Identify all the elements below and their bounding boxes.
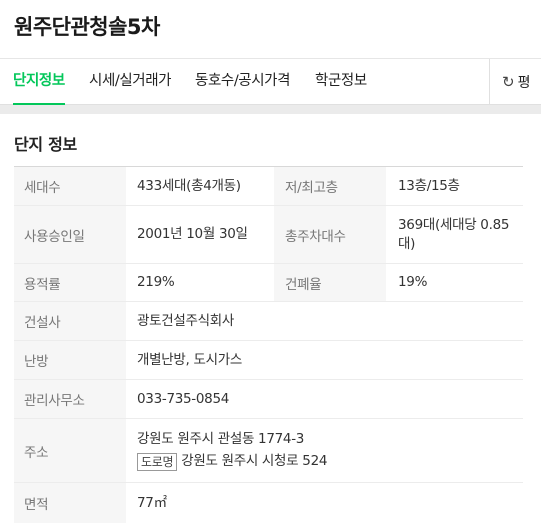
table-row: 세대수 433세대(총4개동) 저/최고층 13층/15층 xyxy=(14,167,523,206)
builder-value: 광토건설주식회사 xyxy=(137,312,234,329)
office-label: 관리사무소 xyxy=(14,380,126,418)
bcr-label: 건폐율 xyxy=(274,264,386,301)
address-value: 강원도 원주시 관설동 1774-3 도로명 강원도 원주시 시청로 524 xyxy=(126,419,523,482)
area-unit-label: 평 xyxy=(517,75,531,91)
heating-label: 난방 xyxy=(14,341,126,379)
approval-value: 2001년 10월 30일 xyxy=(137,226,248,242)
complex-info-table: 세대수 433세대(총4개동) 저/최고층 13층/15층 사용승인일 2001… xyxy=(14,166,523,523)
bcr-value: 19% xyxy=(398,274,428,290)
office-phone[interactable]: 033-735-0854 xyxy=(126,380,523,418)
table-row: 면적 77㎡ xyxy=(14,483,523,523)
lot-address: 강원도 원주시 관설동 1774-3 xyxy=(137,431,305,447)
road-address-line: 도로명 강원도 원주시 시청로 524 xyxy=(137,452,327,471)
households-value: 433세대(총4개동) xyxy=(137,177,241,194)
far-label: 용적률 xyxy=(14,264,126,301)
refresh-icon: ↻ xyxy=(502,73,515,91)
tab-school[interactable]: 학군정보 xyxy=(315,59,367,105)
table-row: 사용승인일 2001년 10월 30일 총주차대수 369대(세대당 0.85대… xyxy=(14,206,523,264)
table-row: 건설사 광토건설주식회사 xyxy=(14,302,523,341)
tab-price[interactable]: 시세/실거래가 xyxy=(89,59,172,105)
floors-value: 13층/15층 xyxy=(398,177,460,194)
road-name-badge: 도로명 xyxy=(137,452,178,471)
parking-label: 총주차대수 xyxy=(274,206,386,263)
table-row: 주소 강원도 원주시 관설동 1774-3 도로명 강원도 원주시 시청로 52… xyxy=(14,419,523,483)
parking-value: 369대(세대당 0.85대) xyxy=(398,216,510,252)
table-row: 난방 개별난방, 도시가스 xyxy=(14,341,523,380)
area-label: 면적 xyxy=(14,483,126,523)
approval-label: 사용승인일 xyxy=(14,206,126,263)
address-label: 주소 xyxy=(14,419,126,482)
area-value: 77㎡ xyxy=(137,494,167,511)
tab-label: 단지정보 xyxy=(13,73,65,89)
floors-label: 저/최고층 xyxy=(274,167,386,205)
table-row: 용적률 219% 건폐율 19% xyxy=(14,264,523,302)
section-title: 단지 정보 xyxy=(14,135,77,154)
road-address: 강원도 원주시 시청로 524 xyxy=(181,453,328,469)
tab-bar: 단지정보 시세/실거래가 동호수/공시가격 학군정보 ↻ 평 xyxy=(0,58,541,106)
page-title: 원주단관청솔5차 xyxy=(14,15,160,39)
title-bar: 원주단관청솔5차 xyxy=(0,0,541,58)
section-divider xyxy=(0,105,541,114)
tab-units[interactable]: 동호수/공시가격 xyxy=(195,59,290,105)
tab-complex-info[interactable]: 단지정보 xyxy=(13,59,65,106)
households-label: 세대수 xyxy=(14,167,126,205)
table-row: 관리사무소 033-735-0854 xyxy=(14,380,523,419)
far-value: 219% xyxy=(137,274,175,290)
heating-value: 개별난방, 도시가스 xyxy=(137,351,242,368)
builder-label: 건설사 xyxy=(14,302,126,340)
area-unit-toggle[interactable]: ↻ 평 xyxy=(489,59,541,105)
